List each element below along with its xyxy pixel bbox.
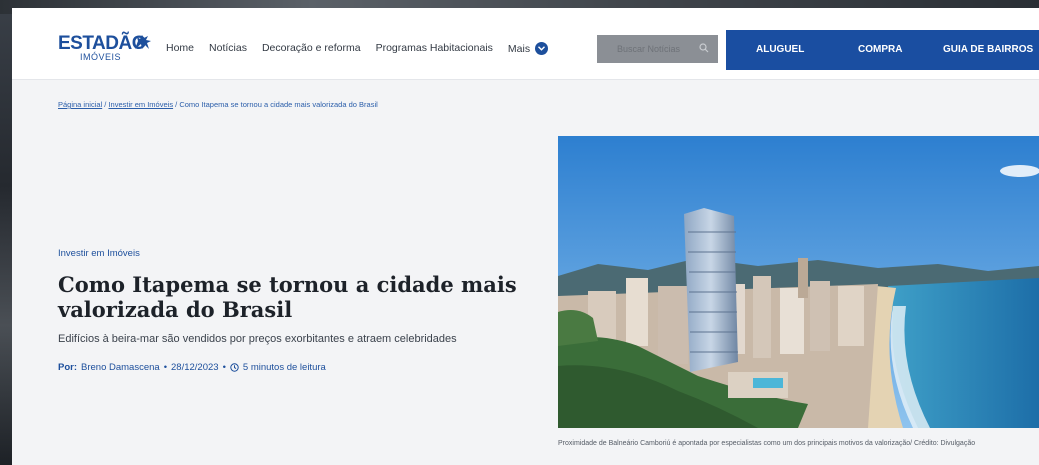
breadcrumb: Página inicial / Investir em Imóveis / C… — [58, 100, 378, 109]
breadcrumb-current: Como Itapema se tornou a cidade mais val… — [179, 100, 378, 109]
primary-links-bar: ALUGUEL COMPRA GUIA DE BAIRROS — [726, 30, 1039, 70]
photo-caption: Proximidade de Balneário Camboriú é apon… — [558, 440, 976, 447]
article-title: Como Itapema se tornou a cidade mais val… — [58, 272, 517, 322]
estadao-imoveis-logo[interactable]: ESTADÃO IMÓVEIS — [58, 33, 151, 62]
search-icon[interactable] — [699, 43, 709, 53]
itapema-aerial-image — [558, 136, 1039, 428]
byline-author[interactable]: Breno Damascena — [81, 362, 160, 373]
search-input[interactable]: Buscar Notícias — [597, 35, 718, 63]
nav-home[interactable]: Home — [166, 42, 194, 55]
search-placeholder: Buscar Notícias — [617, 44, 681, 54]
horse-logo-icon — [135, 35, 151, 49]
guia-de-bairros-link[interactable]: GUIA DE BAIRROS — [943, 44, 1033, 55]
chevron-down-icon — [535, 42, 549, 55]
article-byline: Por: Breno Damascena • 28/12/2023 • 5 mi… — [58, 362, 326, 373]
article-subtitle: Edifícios à beira-mar são vendidos por p… — [58, 333, 457, 345]
clock-icon — [230, 363, 239, 372]
logo-sub-text: IMÓVEIS — [80, 52, 122, 62]
nav-mais[interactable]: Mais — [507, 42, 549, 55]
site-header: ESTADÃO IMÓVEIS Home Notícias Decoração … — [12, 8, 1039, 80]
byline-read-time: 5 minutos de leitura — [242, 362, 326, 373]
nav-noticias[interactable]: Notícias — [209, 42, 247, 55]
article-category[interactable]: Investir em Imóveis — [58, 248, 140, 259]
nav-mais-label: Mais — [507, 42, 531, 55]
main-nav: Home Notícias Decoração e reforma Progra… — [166, 42, 549, 55]
nav-decoracao[interactable]: Decoração e reforma — [262, 42, 361, 55]
byline-dot: • — [222, 362, 226, 373]
nav-programas[interactable]: Programas Habitacionais — [376, 42, 493, 55]
byline-date: 28/12/2023 — [171, 362, 219, 373]
compra-link[interactable]: COMPRA — [858, 44, 902, 55]
breadcrumb-section[interactable]: Investir em Imóveis — [108, 100, 173, 109]
article-hero-photo — [558, 136, 1039, 428]
breadcrumb-home[interactable]: Página inicial — [58, 100, 102, 109]
byline-label: Por: — [58, 362, 77, 373]
aluguel-link[interactable]: ALUGUEL — [756, 44, 804, 55]
page: ESTADÃO IMÓVEIS Home Notícias Decoração … — [12, 8, 1039, 465]
byline-dot: • — [163, 362, 168, 373]
